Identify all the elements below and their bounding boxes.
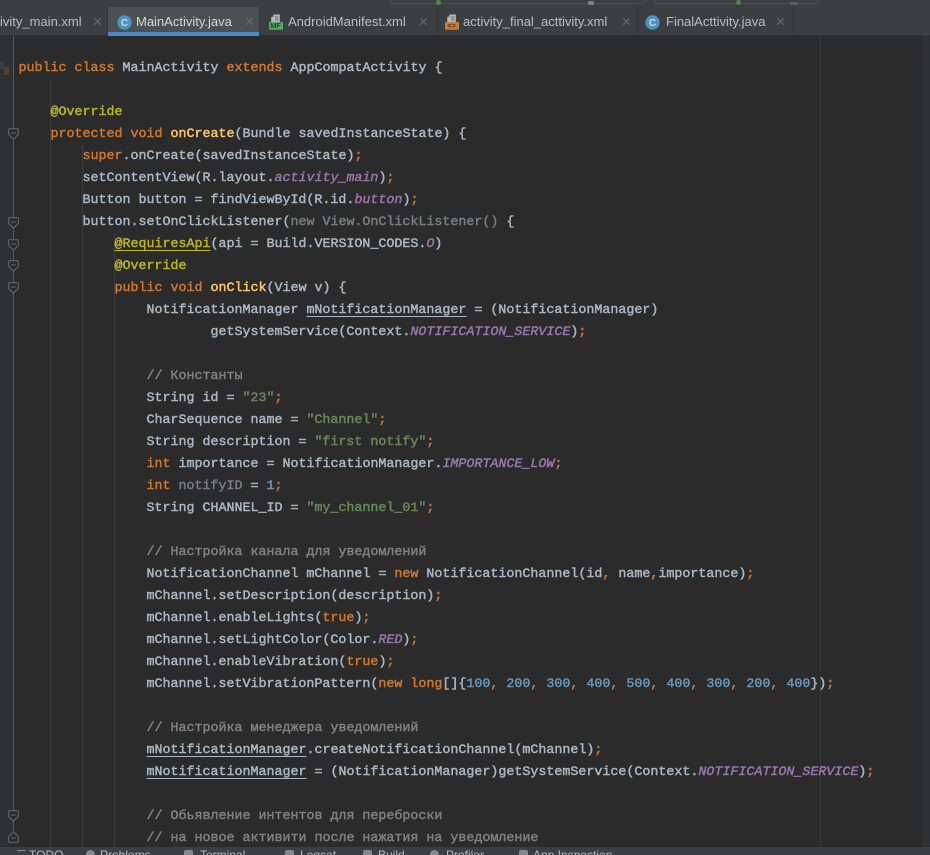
svg-text:<>: <> xyxy=(447,21,455,30)
svg-text:MF: MF xyxy=(270,21,281,30)
svg-text:C: C xyxy=(649,18,656,29)
svg-text:C: C xyxy=(121,18,128,29)
